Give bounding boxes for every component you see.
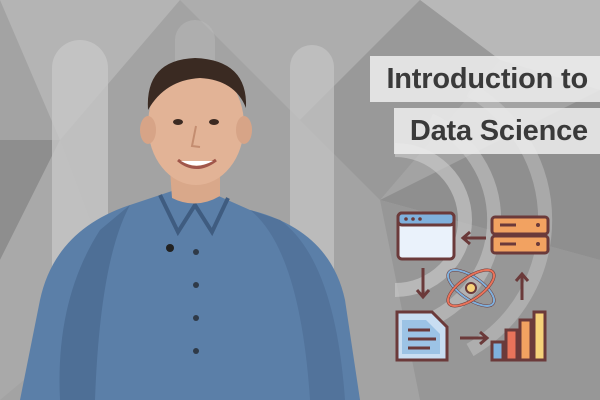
arrow-left-icon bbox=[460, 230, 486, 246]
video-thumbnail: Introduction to Data Science bbox=[0, 0, 600, 400]
server-database-icon bbox=[490, 215, 550, 255]
arrow-down-icon bbox=[415, 268, 431, 300]
arrow-right-icon bbox=[460, 330, 490, 346]
arrow-up-icon bbox=[514, 271, 530, 300]
atom-icon bbox=[446, 268, 496, 308]
data-science-icon-cluster bbox=[395, 211, 550, 362]
browser-window-icon bbox=[396, 211, 456, 261]
bar-chart-icon bbox=[490, 310, 547, 362]
document-icon bbox=[395, 310, 449, 362]
